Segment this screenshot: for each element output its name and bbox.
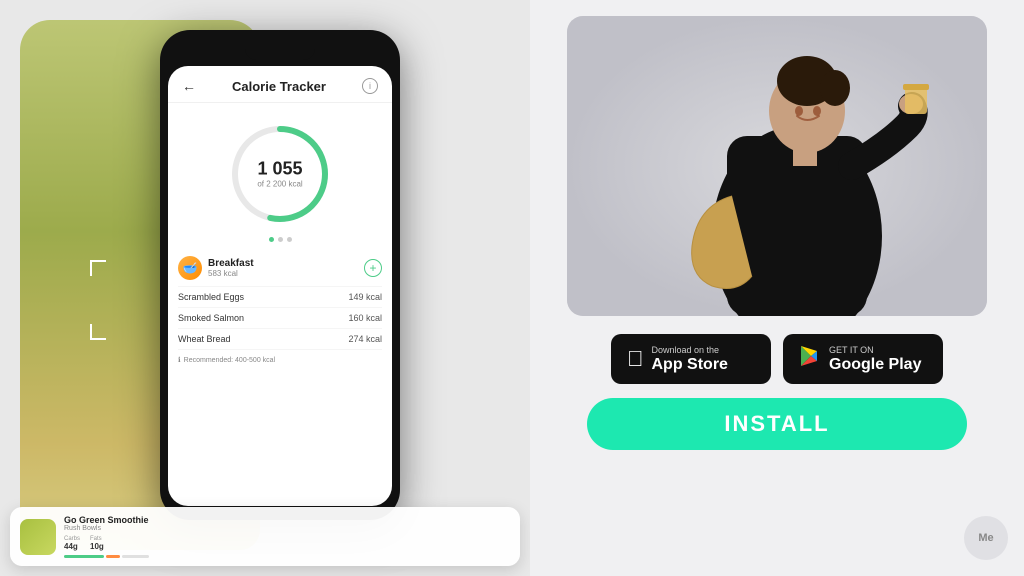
left-section: ← Calorie Tracker i 1 055 of 2 200 kcal xyxy=(0,0,530,576)
add-food-button[interactable]: + xyxy=(364,259,382,277)
info-icon[interactable]: i xyxy=(362,78,378,94)
corner-bl xyxy=(90,324,106,340)
macro-carbs: Carbs 44g xyxy=(64,536,80,551)
dot-indicators xyxy=(269,237,292,242)
product-name: Go Green Smoothie xyxy=(64,515,149,525)
info-small-icon: ℹ xyxy=(178,356,181,364)
food-item-2: Smoked Salmon 160 kcal xyxy=(178,308,382,329)
food-item-1: Scrambled Eggs 149 kcal xyxy=(178,287,382,308)
phone-screen: ← Calorie Tracker i 1 055 of 2 200 kcal xyxy=(168,66,392,506)
back-arrow-icon[interactable]: ← xyxy=(182,78,196,94)
install-button[interactable]: INSTALL xyxy=(587,398,967,450)
product-card[interactable]: Go Green Smoothie Rush Bowls Carbs 44g F… xyxy=(10,507,520,566)
corner-tl xyxy=(90,260,106,276)
app-store-text: Download on the App Store xyxy=(652,345,728,373)
product-brand: Rush Bowls xyxy=(64,525,149,532)
app-title: Calorie Tracker xyxy=(232,79,326,94)
product-info: Go Green Smoothie Rush Bowls xyxy=(64,515,149,532)
google-play-line1: GET IT ON xyxy=(829,345,921,356)
food-item-kcal-1: 149 kcal xyxy=(348,292,382,302)
product-thumbnail xyxy=(20,519,56,555)
app-header: ← Calorie Tracker i xyxy=(168,66,392,103)
carbs-value: 44g xyxy=(64,542,80,551)
phone-frame: ← Calorie Tracker i 1 055 of 2 200 kcal xyxy=(160,30,400,520)
me-button[interactable]: Me xyxy=(964,516,1008,560)
google-play-button[interactable]: GET IT ON Google Play xyxy=(783,334,943,384)
product-macros: Carbs 44g Fats 10g xyxy=(64,536,149,551)
recommended-note: ℹ Recommended: 400-500 kcal xyxy=(168,350,392,370)
breakfast-icon: 🥣 xyxy=(178,256,202,280)
app-store-line2: App Store xyxy=(652,356,728,374)
circle-text: 1 055 of 2 200 kcal xyxy=(257,160,302,189)
food-item-name-3: Wheat Bread xyxy=(178,334,231,344)
person-illustration xyxy=(567,16,987,316)
store-buttons:  Download on the App Store GET IT ON Go… xyxy=(611,334,943,384)
recommended-text: Recommended: 400-500 kcal xyxy=(184,357,275,364)
macro-fats: Fats 10g xyxy=(90,536,104,551)
person-photo xyxy=(567,16,987,316)
dot-3 xyxy=(287,237,292,242)
breakfast-header: 🥣 Breakfast 583 kcal + xyxy=(178,250,382,287)
dot-2 xyxy=(278,237,283,242)
food-item-3: Wheat Bread 274 kcal xyxy=(178,329,382,350)
remaining-bar xyxy=(122,555,149,558)
food-item-name-2: Smoked Salmon xyxy=(178,313,244,323)
dot-1 xyxy=(269,237,274,242)
app-store-button[interactable]:  Download on the App Store xyxy=(611,334,771,384)
food-item-kcal-2: 160 kcal xyxy=(348,313,382,323)
breakfast-info: Breakfast 583 kcal xyxy=(208,258,254,278)
calorie-circle-container: 1 055 of 2 200 kcal xyxy=(168,103,392,250)
carbs-bar xyxy=(64,555,104,558)
fats-bar xyxy=(106,555,119,558)
food-item-name-1: Scrambled Eggs xyxy=(178,292,244,302)
right-section:  Download on the App Store GET IT ON Go… xyxy=(530,0,1024,576)
breakfast-left: 🥣 Breakfast 583 kcal xyxy=(178,256,254,280)
install-label: INSTALL xyxy=(724,411,829,437)
app-store-line1: Download on the xyxy=(652,345,728,356)
macro-progress-bars xyxy=(64,555,149,558)
food-section: 🥣 Breakfast 583 kcal + Scrambled Eggs 14… xyxy=(168,250,392,350)
fats-value: 10g xyxy=(90,542,104,551)
breakfast-kcal: 583 kcal xyxy=(208,269,254,278)
google-play-line2: Google Play xyxy=(829,356,921,374)
me-label: Me xyxy=(978,532,993,544)
phone-notch xyxy=(245,42,315,60)
google-play-text: GET IT ON Google Play xyxy=(829,345,921,373)
food-item-kcal-3: 274 kcal xyxy=(348,334,382,344)
product-details: Go Green Smoothie Rush Bowls Carbs 44g F… xyxy=(64,515,149,558)
google-play-icon xyxy=(799,345,821,373)
breakfast-name: Breakfast xyxy=(208,258,254,269)
apple-icon:  xyxy=(627,346,644,372)
calorie-sub: of 2 200 kcal xyxy=(257,179,302,188)
calorie-circle: 1 055 of 2 200 kcal xyxy=(225,119,335,229)
calorie-number: 1 055 xyxy=(257,160,302,180)
